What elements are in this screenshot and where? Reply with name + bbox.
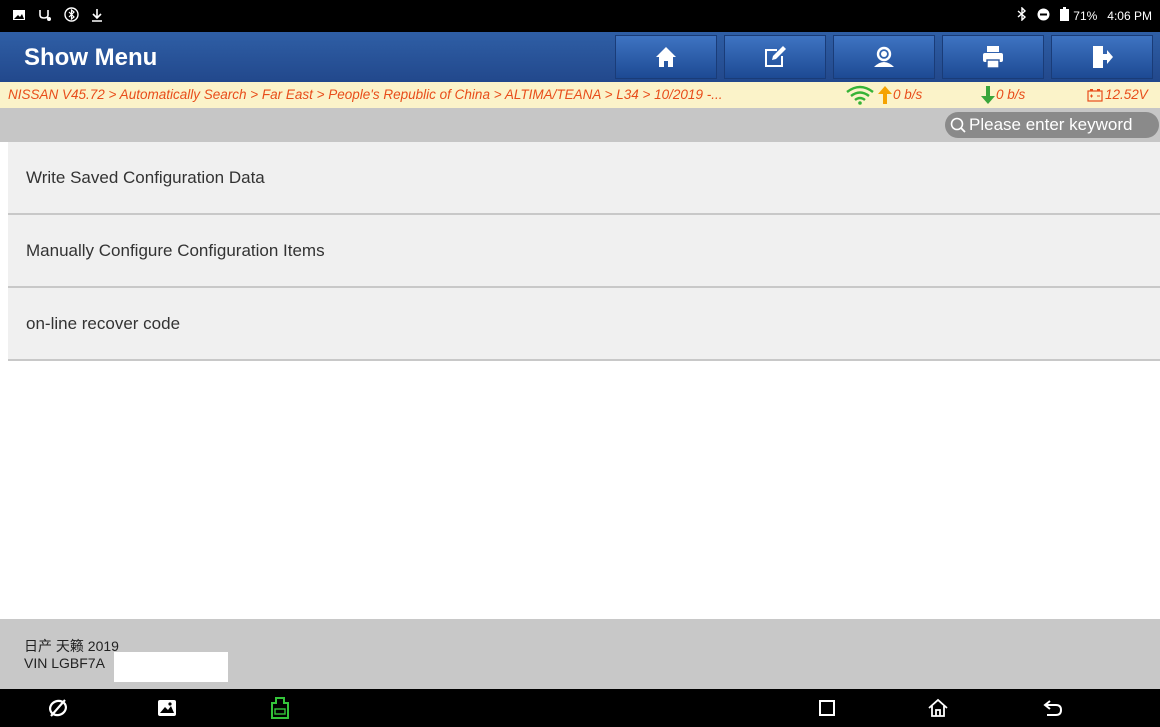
menu-item-manually-configure[interactable]: Manually Configure Configuration Items: [8, 215, 1160, 288]
search-bar: [0, 108, 1160, 142]
gallery-icon[interactable]: [155, 696, 179, 720]
home-icon: [656, 47, 676, 67]
print-button[interactable]: [942, 35, 1044, 79]
breadcrumb: NISSAN V45.72 > Automatically Search > F…: [0, 82, 1160, 108]
vehicle-info-footer: 日产 天籁 2019 VIN LGBF7A: [0, 619, 1160, 689]
vin-redaction: [114, 652, 228, 682]
bluetooth-notification-icon: [64, 7, 79, 25]
upload-arrow-icon: [878, 86, 892, 104]
exit-button[interactable]: [1051, 35, 1153, 79]
diagnostic-notification-icon: [38, 8, 52, 25]
page-title: Show Menu: [24, 44, 158, 71]
edit-button[interactable]: [724, 35, 826, 79]
battery-percent: 71%: [1073, 8, 1098, 23]
download-arrow-icon: [981, 86, 995, 104]
search-input[interactable]: [969, 115, 1159, 135]
battery-icon: [1060, 7, 1070, 24]
clock: 4:06 PM: [1107, 8, 1152, 23]
download-notification-icon: [91, 8, 103, 25]
vehicle-vin: VIN LGBF7A: [24, 655, 105, 671]
voltage-value: 12.52V: [1105, 87, 1148, 102]
upload-speed: 0 b/s: [893, 87, 923, 102]
home-nav-icon[interactable]: [926, 696, 950, 720]
download-speed: 0 b/s: [996, 87, 1026, 102]
search-icon: [950, 117, 966, 133]
vci-icon[interactable]: [268, 696, 292, 720]
wifi-icon: [846, 85, 874, 105]
support-button[interactable]: [833, 35, 935, 79]
menu-item-write-saved-configuration[interactable]: Write Saved Configuration Data: [8, 142, 1160, 215]
status-bar: 71% 4:06 PM: [0, 0, 1160, 32]
breadcrumb-path: NISSAN V45.72 > Automatically Search > F…: [8, 87, 723, 102]
home-button[interactable]: [615, 35, 717, 79]
navigation-bar: [0, 689, 1160, 727]
gallery-notification-icon: [12, 8, 26, 25]
exit-icon: [1093, 46, 1113, 68]
car-battery-icon: [1087, 88, 1103, 102]
do-not-disturb-icon: [1037, 8, 1050, 24]
notification-icons: [12, 7, 103, 25]
recent-apps-icon[interactable]: [815, 696, 839, 720]
print-icon: [983, 46, 1003, 69]
back-icon[interactable]: [1041, 696, 1065, 720]
search-box[interactable]: [945, 112, 1159, 138]
bluetooth-icon: [1017, 6, 1027, 24]
menu-list: Write Saved Configuration Data Manually …: [8, 142, 1160, 361]
edit-icon: [765, 46, 786, 67]
vehicle-model: 日产 天籁 2019: [24, 638, 119, 654]
menu-item-online-recover-code[interactable]: on-line recover code: [8, 288, 1160, 361]
support-icon: [874, 46, 894, 67]
title-bar: Show Menu: [0, 32, 1160, 82]
voltage-indicator: 12.52V: [1087, 87, 1148, 102]
system-icons: 71% 4:06 PM: [1017, 6, 1152, 24]
browser-icon[interactable]: [46, 696, 70, 720]
